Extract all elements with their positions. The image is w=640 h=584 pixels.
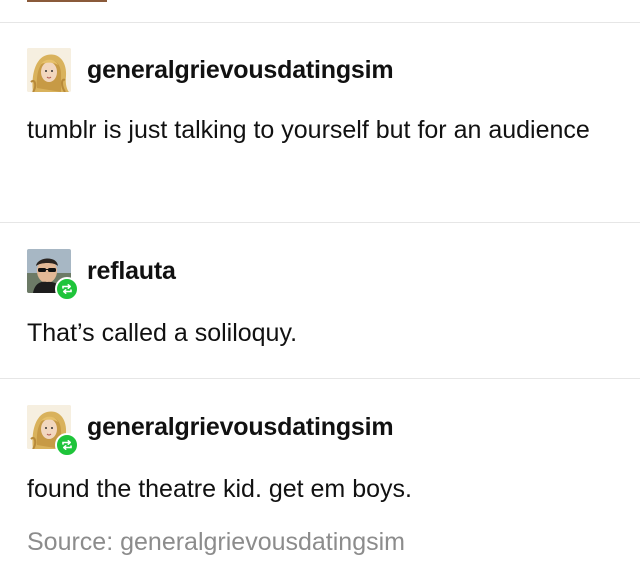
post-text: tumblr is just talking to yourself but f… (27, 116, 590, 144)
source-link[interactable]: Source: generalgrievousdatingsim (27, 528, 405, 557)
post-text: found the theatre kid. get em boys. (27, 475, 412, 503)
reblog-badge (55, 277, 79, 301)
post-text: That’s called a soliloquy. (27, 319, 298, 347)
avatar-wrap[interactable] (27, 48, 71, 92)
post-divider (0, 22, 640, 23)
post-header: reflauta (27, 249, 176, 301)
username[interactable]: generalgrievousdatingsim (87, 413, 394, 442)
previous-post-image-edge (27, 0, 107, 2)
avatar-wrap[interactable] (27, 405, 79, 457)
reblog-arrows-icon (62, 284, 72, 294)
post-header: generalgrievousdatingsim (27, 405, 394, 457)
post-header: generalgrievousdatingsim (27, 48, 394, 92)
avatar[interactable] (27, 48, 71, 92)
reblog-arrows-icon (62, 440, 72, 450)
reblog-badge (55, 433, 79, 457)
post-divider (0, 222, 640, 223)
avatar-wrap[interactable] (27, 249, 79, 301)
username[interactable]: generalgrievousdatingsim (87, 56, 394, 85)
username[interactable]: reflauta (87, 257, 176, 286)
post-divider (0, 378, 640, 379)
avatar-image (27, 48, 71, 92)
